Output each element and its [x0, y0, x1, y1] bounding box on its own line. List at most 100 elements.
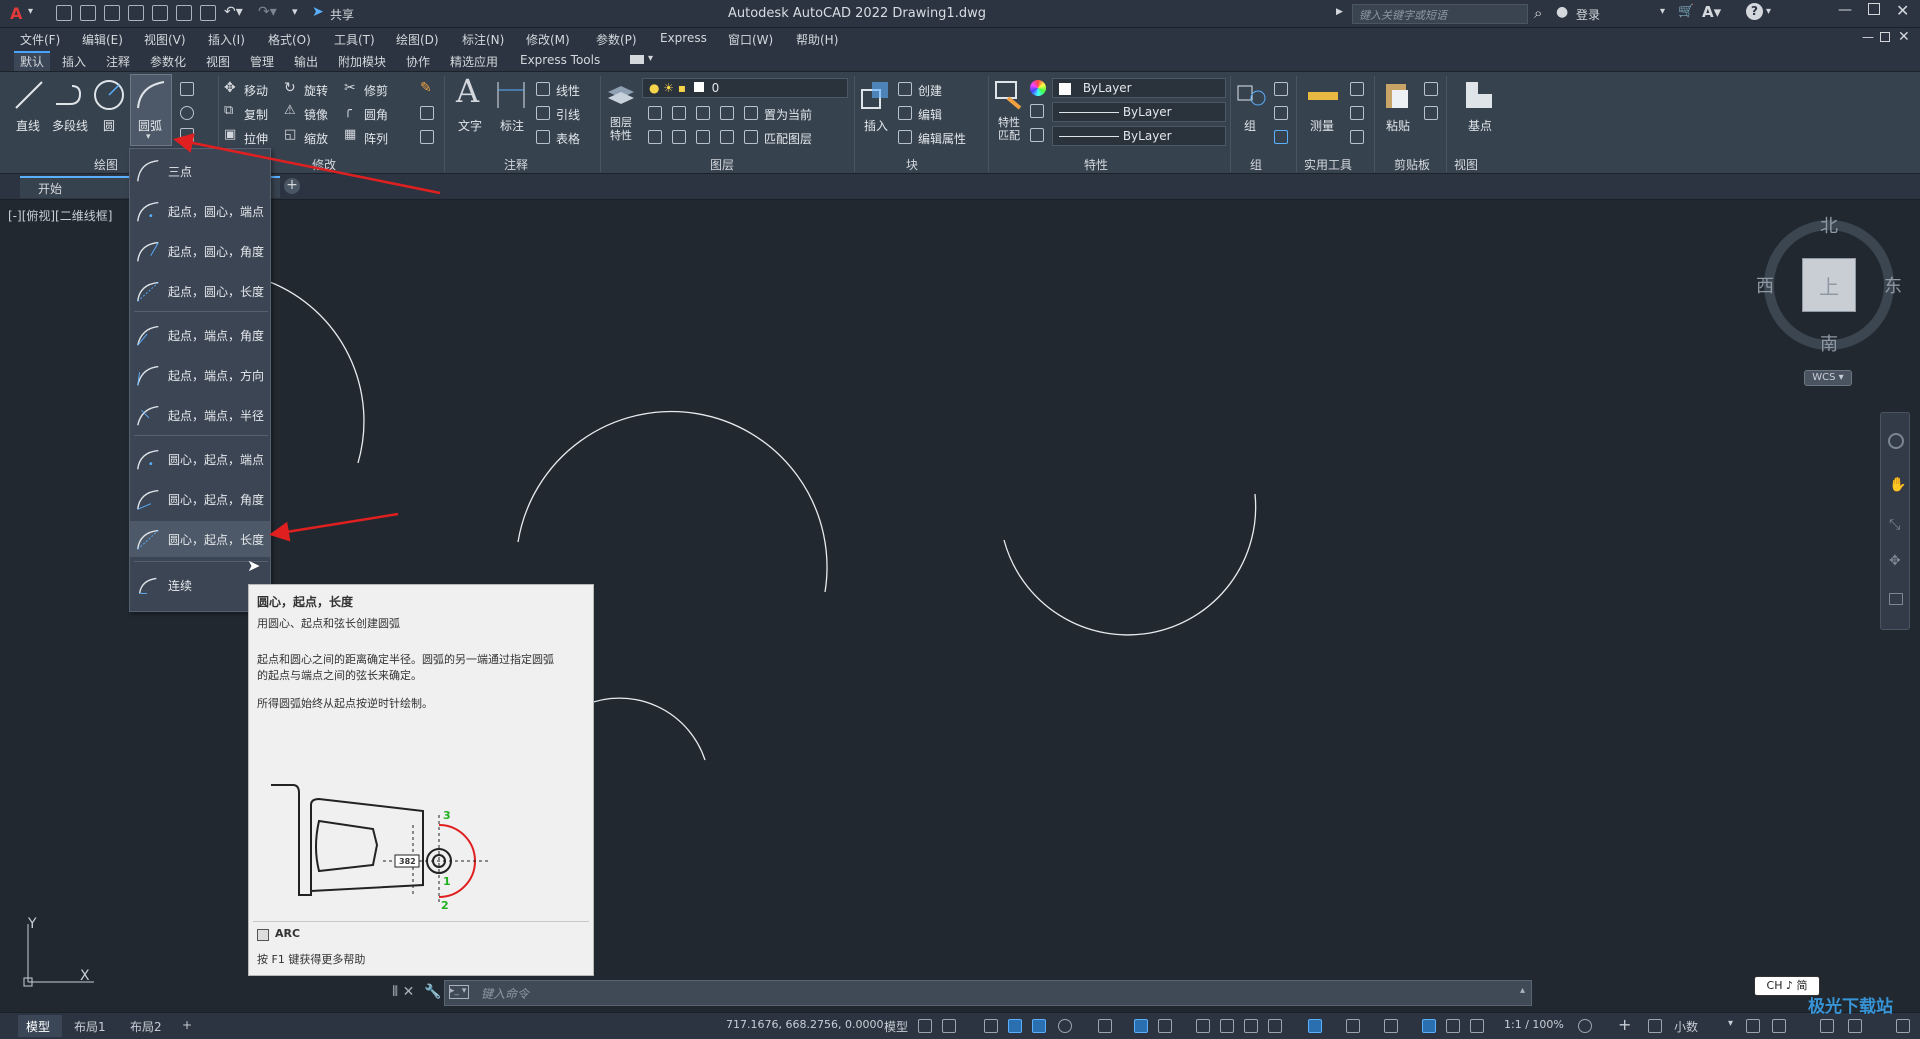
- help-icon[interactable]: ?: [1746, 3, 1763, 20]
- annotation-monitor-icon[interactable]: +: [1618, 1015, 1631, 1034]
- login-dropdown-icon[interactable]: ▾: [1660, 6, 1665, 17]
- command-close-icon[interactable]: ⦀ ✕: [392, 984, 414, 1000]
- infer-constraints-icon[interactable]: [984, 1019, 998, 1033]
- color-wheel-icon[interactable]: [1030, 80, 1046, 96]
- ribbon-options-icon[interactable]: ▾: [648, 53, 653, 64]
- insert-button[interactable]: 插入: [864, 117, 888, 134]
- lineweight-toggle-icon[interactable]: [1196, 1019, 1210, 1033]
- gizmo-icon[interactable]: [1384, 1019, 1398, 1033]
- layers-panel-title[interactable]: 图层: [710, 156, 734, 173]
- user-icon[interactable]: ●: [1556, 4, 1568, 20]
- search-icon[interactable]: ⌕: [1534, 4, 1542, 22]
- set-current-button[interactable]: 置为当前: [764, 106, 812, 123]
- search-input[interactable]: 键入关键字或短语: [1352, 4, 1528, 24]
- isolate-objects-icon[interactable]: [1820, 1019, 1834, 1033]
- workspace-gear-icon[interactable]: [1578, 1019, 1592, 1033]
- layer-tool-icon[interactable]: [648, 130, 662, 144]
- command-input[interactable]: 键入命令: [481, 985, 529, 1002]
- viewcube-top-face[interactable]: 上: [1802, 258, 1856, 312]
- help-dropdown-icon[interactable]: ▾: [1766, 6, 1771, 17]
- match-properties-icon[interactable]: [992, 78, 1026, 112]
- color-dropdown[interactable]: ByLayer: [1052, 78, 1226, 98]
- dimension-button[interactable]: 标注: [500, 117, 524, 134]
- create-block-button[interactable]: 创建: [918, 82, 942, 99]
- edit-attributes-button[interactable]: 编辑属性: [918, 130, 966, 147]
- table-icon[interactable]: [536, 130, 550, 144]
- layer-dropdown[interactable]: ● ☀ ▪ 0: [642, 78, 848, 98]
- group-tool-icon[interactable]: [1274, 82, 1288, 96]
- layer-properties-icon[interactable]: [604, 78, 638, 112]
- doc-close-icon[interactable]: ✕: [1898, 29, 1910, 45]
- steering-wheel-icon[interactable]: [1888, 433, 1904, 449]
- layer-tool-icon[interactable]: [696, 130, 710, 144]
- dynamic-input-icon[interactable]: [1008, 1019, 1022, 1033]
- autodesk-app-icon[interactable]: A▾: [1702, 3, 1721, 21]
- clean-screen-icon[interactable]: [1896, 1019, 1910, 1033]
- selection-filter-icon[interactable]: [1346, 1019, 1360, 1033]
- lineweight-icon[interactable]: [1030, 104, 1044, 118]
- match-properties-button[interactable]: 特性 匹配: [998, 116, 1020, 142]
- viewcube-north[interactable]: 北: [1820, 212, 1838, 238]
- menu-parametric[interactable]: 参数(P): [596, 31, 637, 48]
- maximize-icon[interactable]: [1868, 3, 1880, 15]
- search-expand-icon[interactable]: ▶: [1336, 7, 1343, 17]
- edit-attributes-icon[interactable]: [898, 130, 912, 144]
- leader-button[interactable]: 引线: [556, 106, 580, 123]
- selection-cycling-icon[interactable]: [1244, 1019, 1258, 1033]
- wcs-menu[interactable]: WCS ▾: [1804, 370, 1852, 386]
- menu-modify[interactable]: 修改(M): [526, 31, 570, 48]
- doc-restore-icon[interactable]: [1880, 32, 1890, 42]
- hardware-acceleration-icon[interactable]: [1848, 1019, 1862, 1033]
- viewcube-south[interactable]: 南: [1820, 330, 1838, 356]
- ribbon-minimize-icon[interactable]: [630, 55, 644, 64]
- zoom-extents-icon[interactable]: ⤡: [1889, 517, 1900, 533]
- command-expand-icon[interactable]: ▴: [1520, 985, 1525, 996]
- layer-tool-icon[interactable]: [720, 106, 734, 120]
- isometric-drafting-icon[interactable]: [1098, 1019, 1112, 1033]
- pan-icon[interactable]: ✋: [1889, 477, 1906, 493]
- edit-block-icon[interactable]: [898, 106, 912, 120]
- units-dropdown-icon[interactable]: ▾: [1728, 1018, 1733, 1029]
- utility-tool-icon[interactable]: [1350, 106, 1364, 120]
- layer-tool-icon[interactable]: [672, 106, 686, 120]
- insert-block-icon[interactable]: [858, 78, 892, 112]
- dynamic-ucs-icon[interactable]: [1308, 1019, 1322, 1033]
- group-icon[interactable]: [1234, 78, 1268, 112]
- view-panel-title[interactable]: 视图: [1454, 156, 1478, 173]
- grid-icon[interactable]: [918, 1019, 932, 1033]
- measure-button[interactable]: 测量: [1310, 117, 1334, 134]
- measure-icon[interactable]: [1306, 78, 1340, 112]
- group-button[interactable]: 组: [1244, 117, 1256, 134]
- match-layer-button[interactable]: 匹配图层: [764, 130, 812, 147]
- set-current-icon[interactable]: [744, 106, 758, 120]
- transparency-icon[interactable]: [1220, 1019, 1234, 1033]
- command-customize-icon[interactable]: 🔧: [424, 984, 441, 1000]
- cut-copy-icon[interactable]: [1424, 82, 1438, 96]
- table-button[interactable]: 表格: [556, 130, 580, 147]
- quick-properties-icon[interactable]: [1746, 1019, 1760, 1033]
- cart-icon[interactable]: 🛒: [1678, 4, 1694, 19]
- calculator-icon[interactable]: [1350, 130, 1364, 144]
- ortho-mode-icon[interactable]: [1032, 1019, 1046, 1033]
- annotation-scale-value[interactable]: 1:1 / 100%: [1504, 1018, 1564, 1031]
- polar-tracking-icon[interactable]: [1058, 1019, 1072, 1033]
- group-tool-icon[interactable]: [1274, 106, 1288, 120]
- match-layer-icon[interactable]: [744, 130, 758, 144]
- lock-ui-icon[interactable]: [1772, 1019, 1786, 1033]
- create-block-icon[interactable]: [898, 82, 912, 96]
- layer-tool-icon[interactable]: [672, 130, 686, 144]
- linear-button[interactable]: 线性: [556, 82, 580, 99]
- menu-express[interactable]: Express: [660, 31, 707, 45]
- layer-tool-icon[interactable]: [720, 130, 734, 144]
- paste-icon[interactable]: [1380, 78, 1414, 112]
- layer-properties-button[interactable]: 图层 特性: [610, 116, 632, 142]
- menu-window[interactable]: 窗口(W): [728, 31, 773, 48]
- coordinates-readout[interactable]: 717.1676, 668.2756, 0.0000: [726, 1018, 883, 1031]
- object-snap-tracking-icon[interactable]: [1134, 1019, 1148, 1033]
- units-icon[interactable]: [1648, 1019, 1662, 1033]
- base-view-icon[interactable]: [1462, 78, 1496, 112]
- close-icon[interactable]: ✕: [1896, 1, 1909, 20]
- annotation-visibility-icon[interactable]: [1422, 1019, 1436, 1033]
- orbit-icon[interactable]: ✥: [1889, 553, 1901, 569]
- command-line[interactable]: ▸_ ▾ 键入命令 ▴: [444, 980, 1532, 1006]
